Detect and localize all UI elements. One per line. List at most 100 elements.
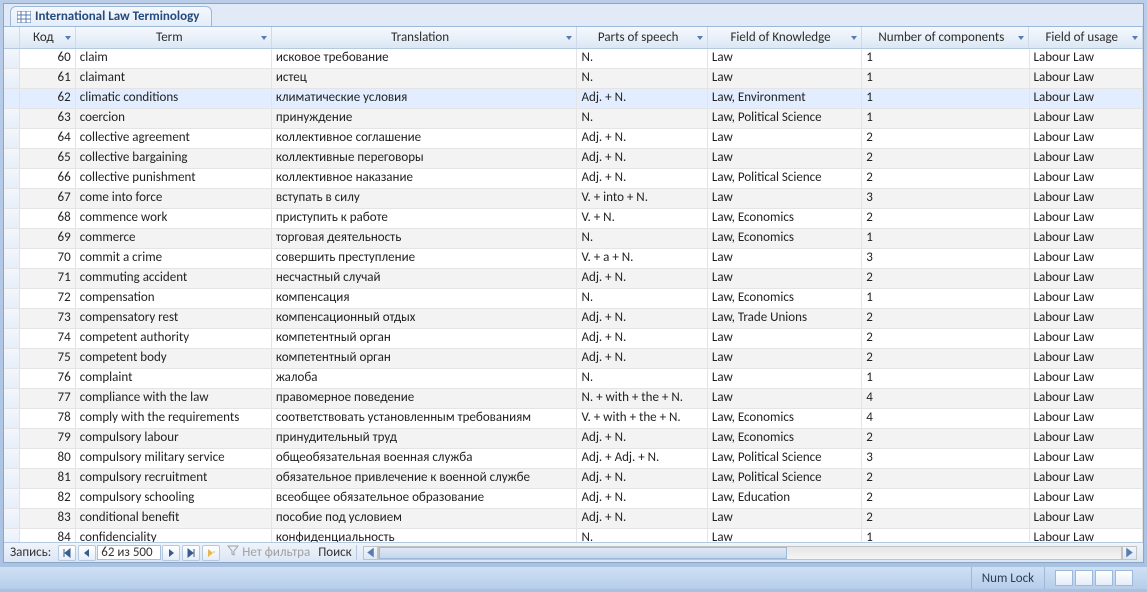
cell-fu[interactable]: Labour Law [1030, 169, 1144, 188]
row-selector[interactable] [4, 369, 20, 388]
view-datasheet-button[interactable] [1055, 570, 1073, 586]
row-selector[interactable] [4, 409, 20, 428]
cell-nc[interactable]: 1 [862, 229, 1029, 248]
cell-fu[interactable]: Labour Law [1030, 109, 1144, 128]
cell-pos[interactable]: N. [577, 529, 707, 542]
cell-kod[interactable]: 61 [20, 69, 76, 88]
cell-term[interactable]: compulsory military service [76, 449, 272, 468]
cell-translation[interactable]: вступать в силу [272, 189, 578, 208]
row-selector[interactable] [4, 89, 20, 108]
search-label[interactable]: Поиск [318, 545, 357, 560]
table-row[interactable]: 76complaintжалобаN.Law1Labour Law [4, 369, 1143, 389]
rows-container[interactable]: 60claimисковое требованиеN.Law1Labour La… [4, 49, 1143, 542]
row-selector[interactable] [4, 309, 20, 328]
cell-fok[interactable]: Law, Education [708, 489, 862, 508]
cell-kod[interactable]: 69 [20, 229, 76, 248]
dropdown-icon[interactable] [564, 33, 574, 43]
table-row[interactable]: 78comply with the requirementsсоответств… [4, 409, 1143, 429]
object-tab[interactable]: International Law Terminology [10, 6, 212, 26]
cell-fu[interactable]: Labour Law [1030, 389, 1144, 408]
cell-nc[interactable]: 1 [862, 369, 1029, 388]
cell-nc[interactable]: 2 [862, 269, 1029, 288]
cell-translation[interactable]: пособие под условием [272, 509, 578, 528]
cell-nc[interactable]: 1 [862, 49, 1029, 68]
cell-kod[interactable]: 84 [20, 529, 76, 542]
table-row[interactable]: 68commence workприступить к работеV. + N… [4, 209, 1143, 229]
cell-term[interactable]: coercion [76, 109, 272, 128]
cell-fu[interactable]: Labour Law [1030, 149, 1144, 168]
cell-fu[interactable]: Labour Law [1030, 369, 1144, 388]
cell-fok[interactable]: Law, Economics [708, 229, 862, 248]
column-header-pos[interactable]: Parts of speech [577, 27, 707, 48]
cell-pos[interactable]: Adj. + N. [577, 129, 707, 148]
cell-translation[interactable]: исковое требование [272, 49, 578, 68]
cell-fu[interactable]: Labour Law [1030, 289, 1144, 308]
cell-nc[interactable]: 1 [862, 109, 1029, 128]
cell-kod[interactable]: 72 [20, 289, 76, 308]
cell-fok[interactable]: Law [708, 49, 862, 68]
cell-fok[interactable]: Law [708, 389, 862, 408]
cell-pos[interactable]: Adj. + Adj. + N. [577, 449, 707, 468]
cell-kod[interactable]: 64 [20, 129, 76, 148]
cell-translation[interactable]: компетентный орган [272, 329, 578, 348]
cell-fok[interactable]: Law, Political Science [708, 109, 862, 128]
table-row[interactable]: 73compensatory restкомпенсационный отдых… [4, 309, 1143, 329]
scroll-track[interactable] [378, 546, 1122, 560]
row-selector[interactable] [4, 429, 20, 448]
cell-translation[interactable]: коллективное соглашение [272, 129, 578, 148]
cell-term[interactable]: compulsory recruitment [76, 469, 272, 488]
cell-pos[interactable]: V. + a + N. [577, 249, 707, 268]
cell-term[interactable]: confidenciality [76, 529, 272, 542]
dropdown-icon[interactable] [1130, 33, 1140, 43]
cell-pos[interactable]: Adj. + N. [577, 149, 707, 168]
cell-translation[interactable]: конфиденциальность [272, 529, 578, 542]
cell-term[interactable]: collective punishment [76, 169, 272, 188]
cell-translation[interactable]: всеобщее обязательное образование [272, 489, 578, 508]
table-row[interactable]: 63coercionпринуждениеN.Law, Political Sc… [4, 109, 1143, 129]
cell-term[interactable]: commence work [76, 209, 272, 228]
dropdown-icon[interactable] [849, 33, 859, 43]
cell-fok[interactable]: Law, Trade Unions [708, 309, 862, 328]
cell-fu[interactable]: Labour Law [1030, 89, 1144, 108]
cell-translation[interactable]: климатические условия [272, 89, 578, 108]
cell-nc[interactable]: 1 [862, 69, 1029, 88]
table-row[interactable]: 66collective punishmentколлективное нака… [4, 169, 1143, 189]
cell-fok[interactable]: Law [708, 529, 862, 542]
cell-pos[interactable]: Adj. + N. [577, 309, 707, 328]
cell-pos[interactable]: N. [577, 229, 707, 248]
cell-nc[interactable]: 2 [862, 469, 1029, 488]
cell-fok[interactable]: Law [708, 509, 862, 528]
cell-fok[interactable]: Law [708, 329, 862, 348]
dropdown-icon[interactable] [1016, 33, 1026, 43]
cell-nc[interactable]: 1 [862, 289, 1029, 308]
cell-translation[interactable]: компенсация [272, 289, 578, 308]
cell-term[interactable]: competent body [76, 349, 272, 368]
cell-nc[interactable]: 2 [862, 149, 1029, 168]
cell-fu[interactable]: Labour Law [1030, 449, 1144, 468]
row-selector[interactable] [4, 249, 20, 268]
cell-pos[interactable]: N. [577, 289, 707, 308]
cell-translation[interactable]: торговая деятельность [272, 229, 578, 248]
cell-term[interactable]: collective bargaining [76, 149, 272, 168]
cell-fok[interactable]: Law [708, 269, 862, 288]
cell-term[interactable]: commit a crime [76, 249, 272, 268]
cell-pos[interactable]: V. + with + the + N. [577, 409, 707, 428]
cell-pos[interactable]: Adj. + N. [577, 169, 707, 188]
row-selector[interactable] [4, 229, 20, 248]
cell-pos[interactable]: N. [577, 49, 707, 68]
cell-nc[interactable]: 3 [862, 249, 1029, 268]
cell-nc[interactable]: 2 [862, 489, 1029, 508]
cell-kod[interactable]: 63 [20, 109, 76, 128]
cell-pos[interactable]: V. + N. [577, 209, 707, 228]
cell-fu[interactable]: Labour Law [1030, 329, 1144, 348]
nav-next-button[interactable] [162, 545, 180, 561]
row-selector[interactable] [4, 149, 20, 168]
cell-translation[interactable]: коллективное наказание [272, 169, 578, 188]
cell-kod[interactable]: 62 [20, 89, 76, 108]
row-selector[interactable] [4, 289, 20, 308]
cell-kod[interactable]: 76 [20, 369, 76, 388]
cell-nc[interactable]: 3 [862, 189, 1029, 208]
cell-fok[interactable]: Law, Economics [708, 209, 862, 228]
cell-pos[interactable]: N. [577, 369, 707, 388]
dropdown-icon[interactable] [695, 33, 705, 43]
